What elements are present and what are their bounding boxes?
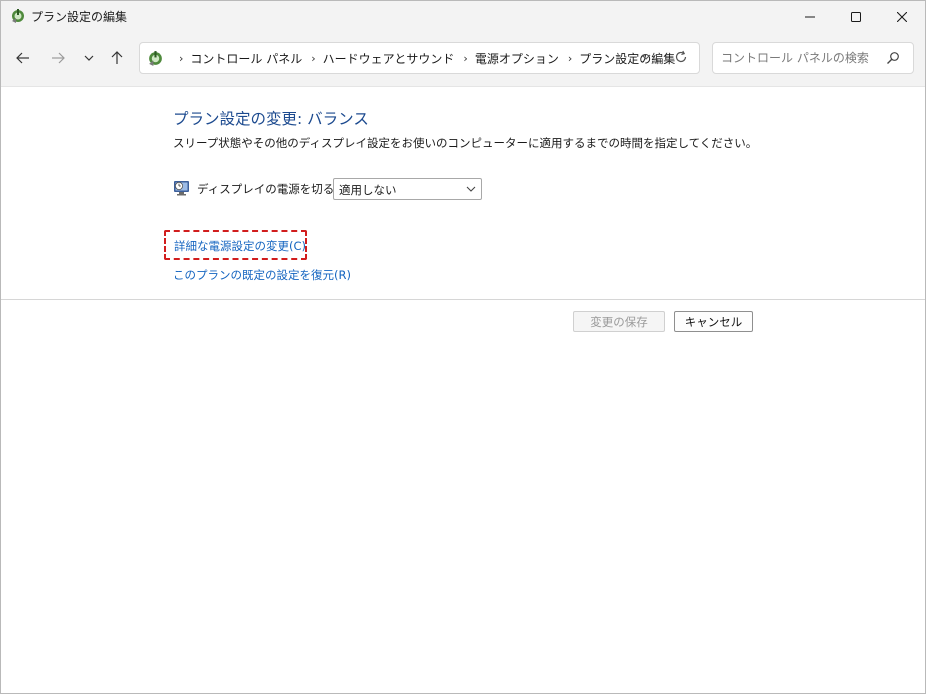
arrow-left-icon: [16, 52, 29, 64]
cancel-button[interactable]: キャンセル: [674, 311, 753, 332]
save-changes-button[interactable]: 変更の保存: [573, 311, 665, 332]
minimize-button[interactable]: [787, 1, 833, 32]
display-off-selected-value: 適用しない: [339, 183, 397, 197]
chevron-down-icon: [466, 186, 476, 192]
forward-button[interactable]: [46, 46, 70, 70]
close-button[interactable]: [879, 1, 925, 32]
window: プラン設定の編集 › コントロール パネル › ハードウェアとサウンド › 電源…: [0, 0, 926, 694]
navigation-bar: › コントロール パネル › ハードウェアとサウンド › 電源オプション › プ…: [1, 32, 925, 87]
breadcrumb-item-hardware-sound[interactable]: ハードウェアとサウンド: [323, 50, 455, 67]
page-title: プラン設定の変更: バランス: [173, 110, 369, 128]
chevron-right-icon: ›: [567, 51, 573, 65]
chevron-down-icon: [84, 55, 94, 61]
window-title: プラン設定の編集: [31, 10, 128, 24]
title-bar: プラン設定の編集: [1, 1, 925, 32]
address-dropdown-button[interactable]: [640, 51, 652, 66]
divider: [1, 299, 925, 300]
search-icon: [887, 52, 899, 65]
arrow-right-icon: [52, 52, 65, 64]
display-off-label: ディスプレイの電源を切る:: [197, 182, 339, 196]
chevron-right-icon: ›: [311, 51, 316, 65]
main-content: プラン設定の変更: バランス スリープ状態やその他のディスプレイ設定をお使いのコ…: [1, 87, 925, 693]
monitor-clock-icon: [174, 181, 189, 196]
chevron-down-icon: [641, 54, 651, 60]
minimize-icon: [805, 16, 815, 17]
recent-locations-button[interactable]: [77, 46, 101, 70]
refresh-icon: [675, 50, 687, 63]
breadcrumb: › コントロール パネル › ハードウェアとサウンド › 電源オプション › プ…: [170, 43, 675, 73]
search-input[interactable]: [721, 49, 881, 67]
breadcrumb-item-power-options[interactable]: 電源オプション: [475, 50, 559, 67]
advanced-power-settings-link[interactable]: 詳細な電源設定の変更(C): [174, 238, 306, 254]
back-button[interactable]: [11, 46, 35, 70]
up-button[interactable]: [105, 46, 129, 70]
maximize-icon: [851, 11, 861, 22]
maximize-button[interactable]: [833, 1, 879, 32]
breadcrumb-item-control-panel[interactable]: コントロール パネル: [190, 50, 302, 67]
restore-defaults-link[interactable]: このプランの既定の設定を復元(R): [173, 267, 351, 283]
display-off-dropdown[interactable]: 適用しない: [333, 178, 482, 200]
chevron-right-icon: ›: [179, 51, 184, 65]
power-options-icon: [12, 9, 24, 23]
close-icon: [897, 11, 907, 22]
page-description: スリープ状態やその他のディスプレイ設定をお使いのコンピューターに適用するまでの時…: [173, 136, 758, 150]
power-options-icon: [149, 51, 162, 66]
chevron-right-icon: ›: [463, 51, 468, 65]
display-off-setting-row: ディスプレイの電源を切る: 適用しない: [173, 177, 493, 203]
address-bar[interactable]: › コントロール パネル › ハードウェアとサウンド › 電源オプション › プ…: [139, 42, 700, 74]
search-box[interactable]: [712, 42, 914, 74]
arrow-up-icon: [111, 51, 123, 64]
refresh-button[interactable]: [674, 50, 688, 67]
breadcrumb-item-edit-plan[interactable]: プラン設定の編集: [579, 50, 675, 67]
